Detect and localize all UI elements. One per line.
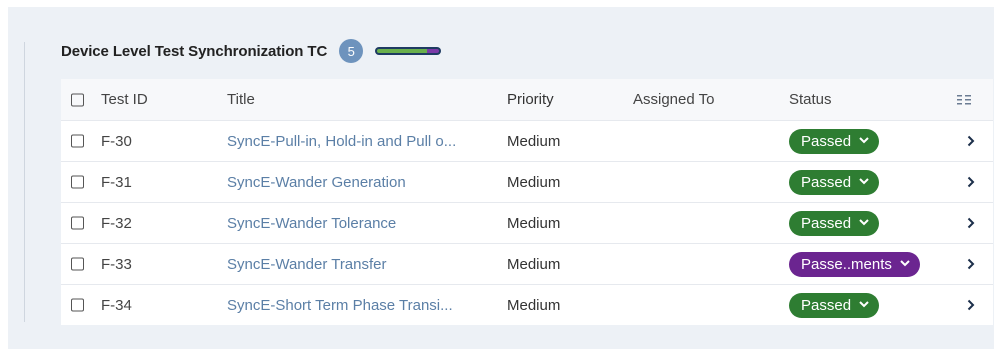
status-dropdown[interactable]: Passe..ments [789,251,920,277]
chevron-down-icon [859,299,869,311]
test-title-link[interactable]: SyncE-Wander Tolerance [227,215,396,232]
table-row[interactable]: F-34 SyncE-Short Term Phase Transi... Me… [61,285,993,325]
test-title-link[interactable]: SyncE-Pull-in, Hold-in and Pull o... [227,133,456,150]
group-title: Device Level Test Synchronization TC [61,42,328,60]
row-checkbox[interactable] [71,134,84,148]
column-header-test-id[interactable]: Test ID [101,79,148,120]
select-all-checkbox[interactable] [71,93,84,106]
column-header-status[interactable]: Status [789,79,832,120]
test-id: F-30 [101,132,132,150]
chevron-down-icon [900,258,910,270]
status-label: Passed [801,173,852,191]
priority-value: Medium [507,173,561,191]
row-checkbox[interactable] [71,298,84,312]
row-checkbox[interactable] [71,257,84,271]
table-row[interactable]: F-32 SyncE-Wander Tolerance Medium Passe… [61,203,993,244]
status-label: Passed [801,296,852,314]
column-header-assigned-to[interactable]: Assigned To [633,79,714,120]
priority-value: Medium [507,255,561,273]
test-id: F-32 [101,214,132,232]
test-title-link[interactable]: SyncE-Wander Transfer [227,256,387,273]
chevron-down-icon [859,176,869,188]
row-checkbox[interactable] [71,175,84,189]
priority-value: Medium [507,132,561,150]
test-count-badge: 5 [339,39,364,63]
row-checkbox[interactable] [71,216,84,230]
status-dropdown[interactable]: Passed [789,169,880,195]
table-row[interactable]: F-31 SyncE-Wander Generation Medium Pass… [61,162,993,203]
status-label: Passed [801,132,852,150]
chevron-right-icon[interactable] [967,121,975,161]
status-dropdown[interactable]: Passed [789,210,880,236]
test-id: F-33 [101,255,132,273]
group-indent-line [24,42,25,322]
status-dropdown[interactable]: Passed [789,292,880,318]
table-row[interactable]: F-30 SyncE-Pull-in, Hold-in and Pull o..… [61,121,993,162]
chevron-right-icon[interactable] [967,162,975,202]
test-id: F-34 [101,296,132,314]
group-progress-bar [375,47,442,55]
table-row[interactable]: F-33 SyncE-Wander Transfer Medium Passe.… [61,244,993,285]
test-title-link[interactable]: SyncE-Wander Generation [227,174,406,191]
progress-other-segment [426,49,440,53]
test-title-link[interactable]: SyncE-Short Term Phase Transi... [227,297,453,314]
status-label: Passed [801,214,852,232]
group-header[interactable]: Device Level Test Synchronization TC 5 [61,38,442,64]
test-id: F-31 [101,173,132,191]
priority-value: Medium [507,214,561,232]
progress-passed-segment [377,49,427,53]
table-header-row: Test ID Title Priority Assigned To Statu… [61,79,993,121]
status-dropdown[interactable]: Passed [789,128,880,154]
chevron-right-icon[interactable] [967,285,975,325]
chevron-down-icon [859,135,869,147]
chevron-right-icon[interactable] [967,203,975,243]
chevron-right-icon[interactable] [967,244,975,284]
status-label: Passe..ments [801,255,892,273]
column-layout-icon[interactable] [957,79,971,120]
column-header-title[interactable]: Title [227,79,497,120]
priority-value: Medium [507,296,561,314]
test-table: Test ID Title Priority Assigned To Statu… [61,79,993,325]
chevron-down-icon [859,217,869,229]
column-header-priority[interactable]: Priority [507,79,554,120]
